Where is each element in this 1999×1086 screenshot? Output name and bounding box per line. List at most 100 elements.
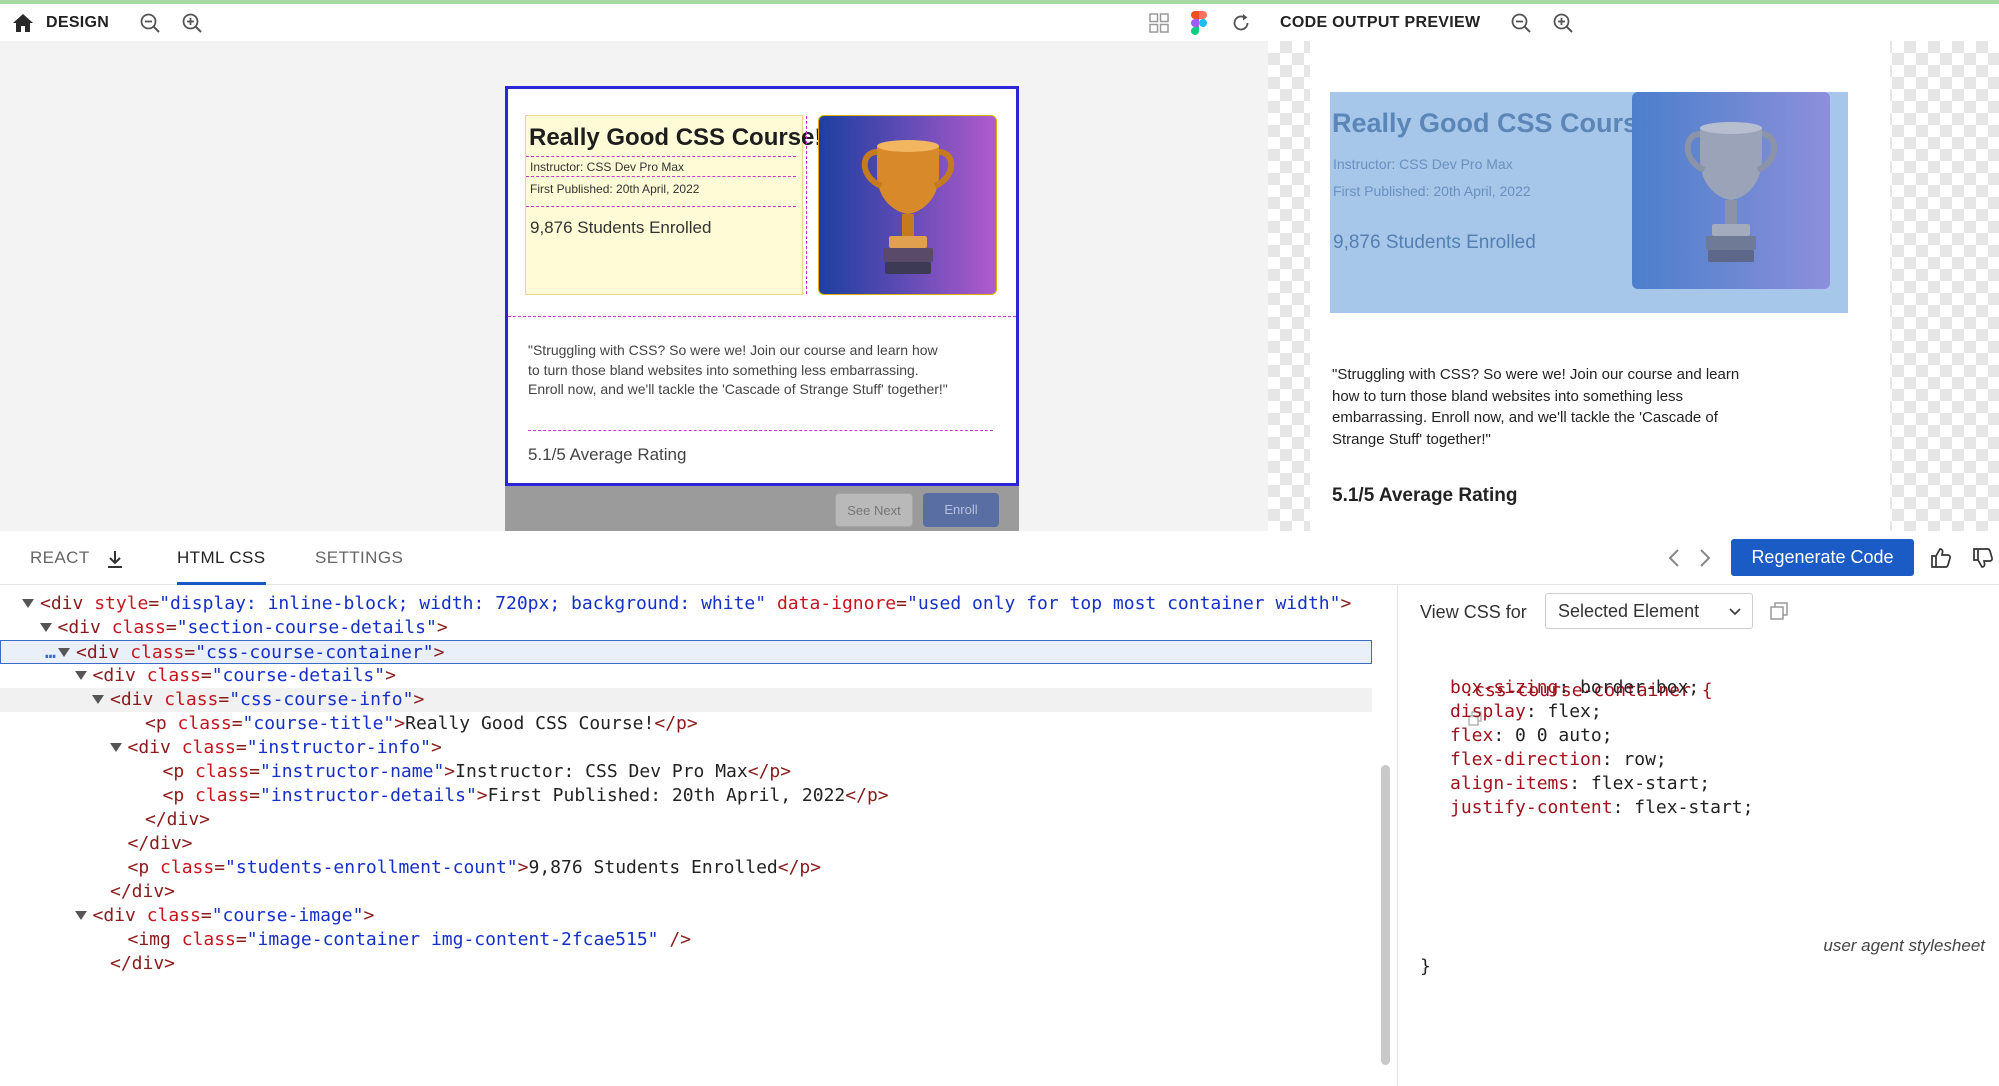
code-token: = — [214, 857, 226, 878]
tab-settings[interactable]: SETTINGS — [315, 531, 403, 585]
collapse-toggle-icon[interactable] — [74, 911, 87, 920]
code-token: class — [195, 761, 250, 782]
copy-icon[interactable] — [1766, 598, 1792, 624]
regenerate-code-button[interactable]: Regenerate Code — [1731, 539, 1914, 576]
code-token: <div — [127, 737, 182, 758]
figma-icon[interactable] — [1186, 10, 1212, 36]
code-token: /> — [658, 929, 692, 950]
code-line[interactable]: <div class="section-course-details"> — [0, 616, 1372, 640]
code-scrollbar[interactable] — [1381, 765, 1390, 1065]
code-line[interactable]: </div> — [0, 832, 1372, 856]
code-token: > — [433, 642, 445, 663]
code-line[interactable]: <div style="display: inline-block; width… — [0, 592, 1372, 616]
code-token: > — [363, 905, 375, 926]
element-selector-dropdown[interactable]: Selected Element — [1545, 593, 1753, 629]
code-line[interactable]: <img class="image-container img-content-… — [0, 928, 1372, 952]
code-token: "used only for top most container width" — [907, 593, 1341, 614]
code-line[interactable]: </div> — [0, 952, 1372, 976]
code-line[interactable]: </div> — [0, 808, 1372, 832]
css-property-value: 0 0 auto; — [1515, 725, 1613, 746]
thumbs-up-icon[interactable] — [1928, 545, 1954, 571]
code-token: "image-container img-content-2fcae515" — [246, 929, 659, 950]
css-property-name: box-sizing — [1450, 677, 1559, 698]
chevron-left-icon[interactable] — [1661, 545, 1687, 571]
collapse-toggle-icon[interactable] — [74, 671, 87, 680]
code-token: 9,876 Students Enrolled — [528, 857, 778, 878]
collapse-toggle-icon[interactable] — [39, 623, 52, 632]
code-token: class — [164, 689, 219, 710]
code-token: <div — [76, 642, 131, 663]
css-property-name: flex-direction — [1450, 749, 1602, 770]
html-code-view[interactable]: <div style="display: inline-block; width… — [0, 585, 1397, 1086]
more-options-icon[interactable]: … — [45, 641, 67, 665]
collapse-toggle-icon[interactable] — [92, 695, 104, 704]
code-token: = — [148, 593, 160, 614]
zoom-out-icon[interactable] — [137, 10, 163, 36]
code-token: "course-title" — [242, 713, 395, 734]
design-card-footer: See Next Enroll — [505, 486, 1019, 531]
code-token: Really Good CSS Course! — [405, 713, 655, 734]
design-canvas[interactable]: Really Good CSS Course! Instructor: CSS … — [0, 41, 1268, 531]
code-token: </div> — [110, 953, 176, 974]
code-token: class — [177, 713, 232, 734]
trophy-icon — [1684, 122, 1778, 262]
css-property-row: align-items: flex-start; — [1450, 772, 1710, 796]
instructor-details: First Published: 20th April, 2022 — [1333, 183, 1531, 199]
code-token: class — [181, 929, 236, 950]
code-token: "css-course-info" — [229, 689, 414, 710]
design-course-card[interactable]: Really Good CSS Course! Instructor: CSS … — [505, 86, 1019, 486]
zoom-in-icon[interactable] — [179, 10, 205, 36]
css-colon: : — [1493, 725, 1516, 746]
user-agent-note: user agent stylesheet — [1823, 936, 1985, 955]
css-property-name: align-items — [1450, 773, 1570, 794]
see-next-button[interactable]: See Next — [835, 493, 913, 527]
instructor-name: Instructor: CSS Dev Pro Max — [1333, 156, 1513, 172]
course-title: Really Good CSS Course! — [529, 124, 823, 151]
view-css-for-label: View CSS for — [1420, 602, 1527, 622]
average-rating: 5.1/5 Average Rating — [1332, 485, 1518, 506]
thumbs-down-icon[interactable] — [1970, 545, 1996, 571]
trophy-icon — [861, 140, 955, 274]
code-token: <div — [92, 665, 147, 686]
chevron-right-icon[interactable] — [1692, 545, 1718, 571]
code-token: "css-course-container" — [195, 642, 434, 663]
code-token: data-ignore — [776, 593, 897, 614]
design-course-info[interactable]: Really Good CSS Course! Instructor: CSS … — [525, 115, 822, 295]
code-token: <div — [110, 689, 165, 710]
zoom-out-icon[interactable] — [1508, 10, 1534, 36]
code-token: > — [430, 737, 442, 758]
guide-line — [526, 156, 796, 157]
css-property-name: display — [1450, 701, 1526, 722]
zoom-in-icon[interactable] — [1550, 10, 1576, 36]
code-token: </div> — [145, 809, 211, 830]
code-line[interactable]: <p class="instructor-name">Instructor: C… — [0, 760, 1372, 784]
code-line[interactable]: … <div class="css-course-container"> — [0, 640, 1372, 664]
code-token: > — [394, 713, 406, 734]
download-icon[interactable] — [102, 546, 128, 572]
code-line[interactable]: </div> — [0, 880, 1372, 904]
collapse-toggle-icon[interactable] — [22, 599, 34, 608]
course-description: "Struggling with CSS? So were we! Join o… — [528, 342, 948, 397]
code-line[interactable]: <p class="course-title">Really Good CSS … — [0, 712, 1372, 736]
home-icon[interactable] — [10, 10, 36, 36]
preview-canvas[interactable]: Really Good CSS Course! Instructor: CSS … — [1268, 41, 1999, 531]
code-token: <p — [162, 761, 196, 782]
instructor-name: Instructor: CSS Dev Pro Max — [530, 160, 685, 174]
grid-icon[interactable] — [1146, 10, 1172, 36]
code-token: = — [184, 642, 196, 663]
preview-toolbar: CODE OUTPUT PREVIEW — [1268, 4, 1999, 41]
code-line[interactable]: <p class="instructor-details">First Publ… — [0, 784, 1372, 808]
tab-html-css[interactable]: HTML CSS — [177, 531, 266, 585]
code-line[interactable]: <div class="css-course-info"> — [0, 688, 1372, 712]
code-line[interactable]: <div class="instructor-info"> — [0, 736, 1372, 760]
course-image — [1632, 92, 1830, 289]
code-line[interactable]: <p class="students-enrollment-count">9,8… — [0, 856, 1372, 880]
collapse-toggle-icon[interactable] — [109, 743, 122, 752]
code-line[interactable]: <div class="course-details"> — [0, 664, 1372, 688]
tab-react[interactable]: REACT — [30, 531, 128, 585]
code-token: > — [413, 689, 425, 710]
refresh-icon[interactable] — [1228, 10, 1254, 36]
enroll-button[interactable]: Enroll — [923, 493, 999, 527]
code-token: <div — [57, 617, 112, 638]
code-line[interactable]: <div class="course-image"> — [0, 904, 1372, 928]
